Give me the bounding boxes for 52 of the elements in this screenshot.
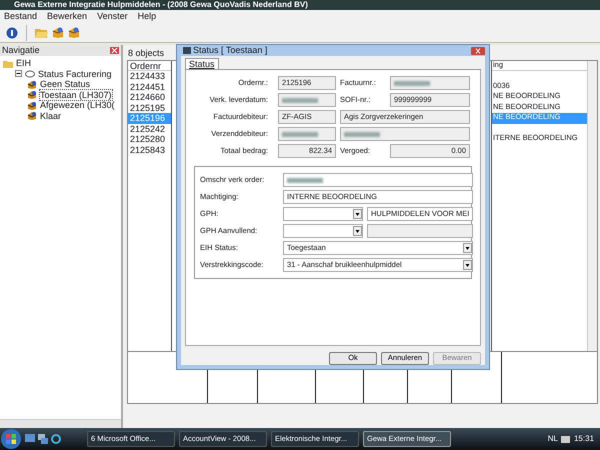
- menu-item[interactable]: Bestand: [4, 11, 38, 22]
- tree-item[interactable]: Klaar: [40, 110, 62, 121]
- dropdown[interactable]: [283, 207, 363, 222]
- menu-item[interactable]: Help: [138, 11, 156, 22]
- dropdown[interactable]: [283, 224, 363, 238]
- tree-item[interactable]: Status Facturering: [38, 68, 112, 79]
- text-field[interactable]: [278, 127, 336, 142]
- language-indicator[interactable]: NL: [548, 434, 558, 444]
- window-title: Gewa Externe Integratie Hulpmiddelen - (2008 Gewa QuoVadis Nederland BV): [0, 0, 600, 10]
- box-icon: [27, 90, 37, 100]
- panel-title: Navigatie: [2, 45, 40, 56]
- box-icon: [27, 111, 37, 120]
- box-icon: [27, 100, 37, 110]
- battery-icon[interactable]: [560, 436, 571, 442]
- clock: 15:31: [574, 434, 595, 444]
- text-field[interactable]: [278, 93, 336, 108]
- table-cell-text: 2124451: [129, 82, 166, 92]
- scroll-bar[interactable]: [587, 61, 597, 351]
- windows-icon[interactable]: [38, 434, 48, 444]
- text-field[interactable]: [390, 76, 470, 90]
- start-button[interactable]: [0, 428, 22, 450]
- table-cell-text: 2125195: [129, 102, 166, 113]
- table-cell-text: 2124660: [129, 92, 166, 102]
- table-cell: 2125196: [128, 113, 171, 124]
- column-header[interactable]: Ordernr: [128, 61, 171, 71]
- text-field[interactable]: [340, 127, 470, 142]
- tree-item[interactable]: Geen Status: [40, 79, 90, 90]
- table-cell-text: 2125280: [129, 134, 166, 144]
- dialog-title: Status [ Toestaan ]: [193, 45, 268, 56]
- text-field[interactable]: [367, 224, 474, 238]
- tree-item[interactable]: Afgewezen (LH30(: [40, 100, 115, 110]
- box-icon[interactable]: [52, 27, 64, 38]
- menu-item[interactable]: Venster: [97, 11, 128, 22]
- browser-icon[interactable]: [51, 434, 61, 444]
- desktop-icon[interactable]: [25, 434, 35, 444]
- box-icon: [27, 80, 37, 89]
- table-cell-text: 2125242: [129, 124, 166, 134]
- collapse-icon[interactable]: [15, 70, 22, 78]
- text-field[interactable]: [283, 173, 474, 188]
- close-icon[interactable]: [110, 47, 119, 54]
- table-cell-text: 2125843: [129, 144, 166, 155]
- tree-item[interactable]: EIH: [16, 58, 32, 68]
- scroll-bar[interactable]: [0, 419, 121, 428]
- tab[interactable]: Status: [185, 58, 219, 69]
- close-icon[interactable]: [471, 46, 485, 54]
- tree-item[interactable]: Toestaan (LH307): [40, 90, 112, 100]
- window-icon: [183, 47, 191, 54]
- box-icon[interactable]: [68, 27, 80, 38]
- table-cell-text: 2124433: [129, 71, 166, 82]
- menu-item[interactable]: Bewerken: [47, 11, 88, 22]
- object-count: 8 objects: [128, 48, 164, 58]
- folder-icon: [3, 58, 13, 68]
